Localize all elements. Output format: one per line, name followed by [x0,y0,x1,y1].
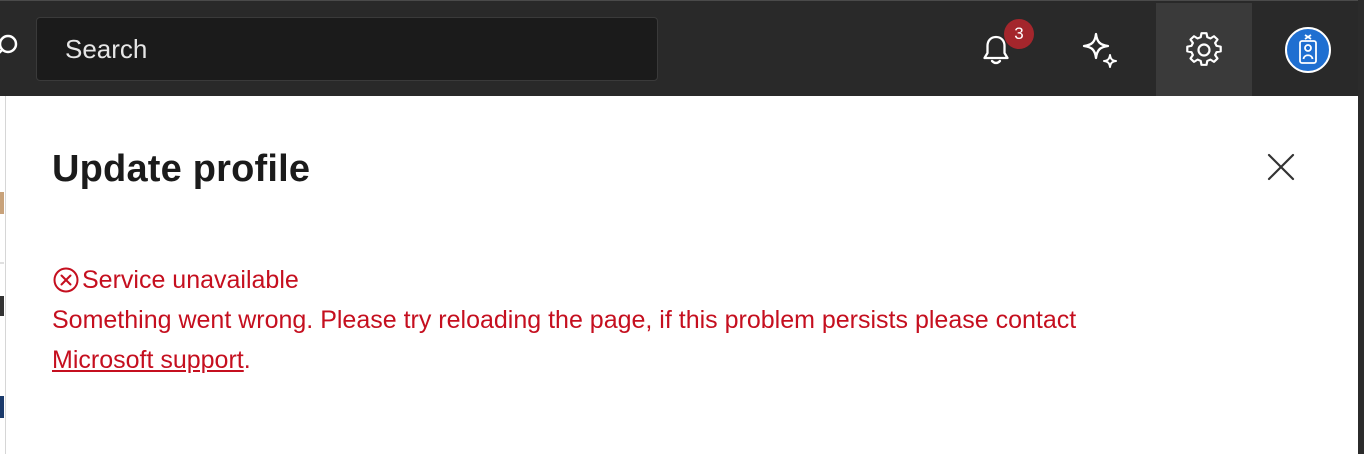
background-page-divider [0,262,4,264]
error-message-block: Service unavailable Something went wrong… [52,260,1252,380]
window-right-edge [1358,0,1364,454]
error-circle-icon [52,266,80,294]
panel-title: Update profile [52,148,311,190]
sparkle-icon [1080,30,1120,70]
error-heading: Service unavailable [52,260,1252,300]
app-frame: 3 [0,0,1364,454]
settings-button[interactable] [1156,3,1252,97]
search-icon[interactable] [0,33,20,61]
notification-count-badge: 3 [1004,19,1034,49]
copilot-button[interactable] [1052,3,1148,97]
background-page-mark [0,192,4,214]
microsoft-support-link[interactable]: Microsoft support [52,346,244,374]
search-input[interactable] [65,18,625,80]
update-profile-panel: Update profile Service unavailable Somet… [6,96,1358,454]
avatar [1285,27,1331,73]
error-heading-text: Service unavailable [82,266,299,294]
profile-button[interactable] [1260,3,1356,97]
gear-icon [1186,32,1222,68]
background-page-mark [0,296,4,316]
notifications-button[interactable]: 3 [948,3,1044,97]
error-message: Something went wrong. Please try reloadi… [52,300,1252,380]
error-message-trailing: . [243,346,251,374]
background-page-mark [0,396,4,418]
close-button[interactable] [1260,148,1302,190]
top-bar: 3 [0,0,1364,97]
error-message-text: Something went wrong. Please try reloadi… [52,306,1077,334]
search-box[interactable] [36,17,658,81]
close-icon [1266,152,1296,187]
